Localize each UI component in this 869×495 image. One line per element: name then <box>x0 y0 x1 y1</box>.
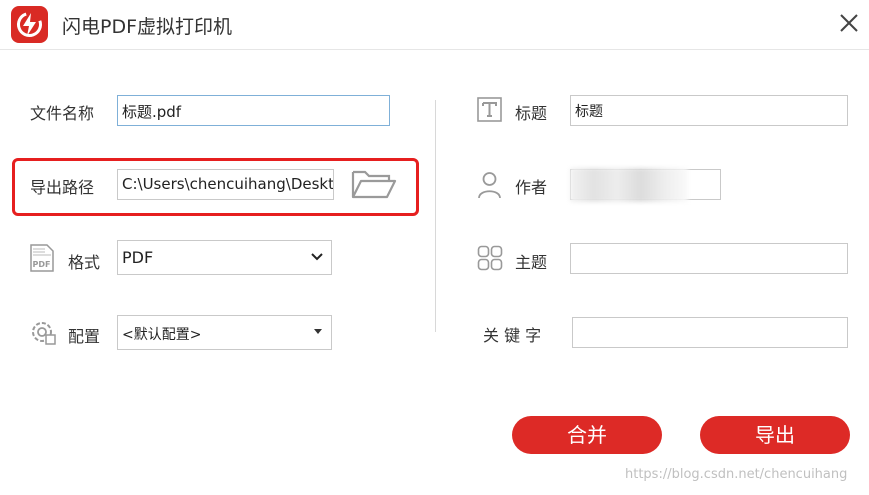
format-select[interactable]: PDF <box>117 240 332 275</box>
config-label: 配置 <box>68 327 101 346</box>
filename-input[interactable]: 标题.pdf <box>117 95 390 126</box>
author-label: 作者 <box>515 178 548 197</box>
pdf-format-icon: PDF <box>29 244 55 272</box>
svg-text:PDF: PDF <box>33 260 51 269</box>
caret-down-icon <box>314 329 322 334</box>
config-select[interactable]: <默认配置> <box>117 315 332 350</box>
folder-open-icon[interactable] <box>351 168 397 200</box>
gear-config-icon <box>29 318 57 346</box>
window-title: 闪电PDF虚拟打印机 <box>62 16 233 38</box>
merge-button[interactable]: 合并 <box>512 416 662 454</box>
keywords-label: 关 键 字 <box>483 326 542 345</box>
title-label: 标题 <box>515 104 548 123</box>
redacted-author-blur <box>570 168 688 202</box>
path-input[interactable]: C:\Users\chencuihang\Deskto <box>117 169 334 200</box>
column-divider <box>435 100 436 332</box>
format-label: 格式 <box>68 253 101 272</box>
subject-label: 主题 <box>515 253 548 272</box>
watermark-text: https://blog.csdn.net/chencuihang <box>625 467 848 482</box>
config-value: <默认配置> <box>122 327 202 343</box>
chevron-down-icon <box>311 253 323 261</box>
text-t-icon <box>477 97 502 122</box>
title-input[interactable]: 标题 <box>570 95 848 126</box>
path-label: 导出路径 <box>30 178 95 197</box>
subject-input[interactable] <box>570 243 848 274</box>
format-value: PDF <box>122 248 154 267</box>
export-button[interactable]: 导出 <box>700 416 850 454</box>
close-icon[interactable] <box>838 12 860 34</box>
grid-icon <box>477 245 503 271</box>
flash-logo-icon <box>11 6 48 43</box>
keywords-input[interactable] <box>572 317 848 348</box>
filename-label: 文件名称 <box>30 104 95 123</box>
person-icon <box>477 171 502 199</box>
